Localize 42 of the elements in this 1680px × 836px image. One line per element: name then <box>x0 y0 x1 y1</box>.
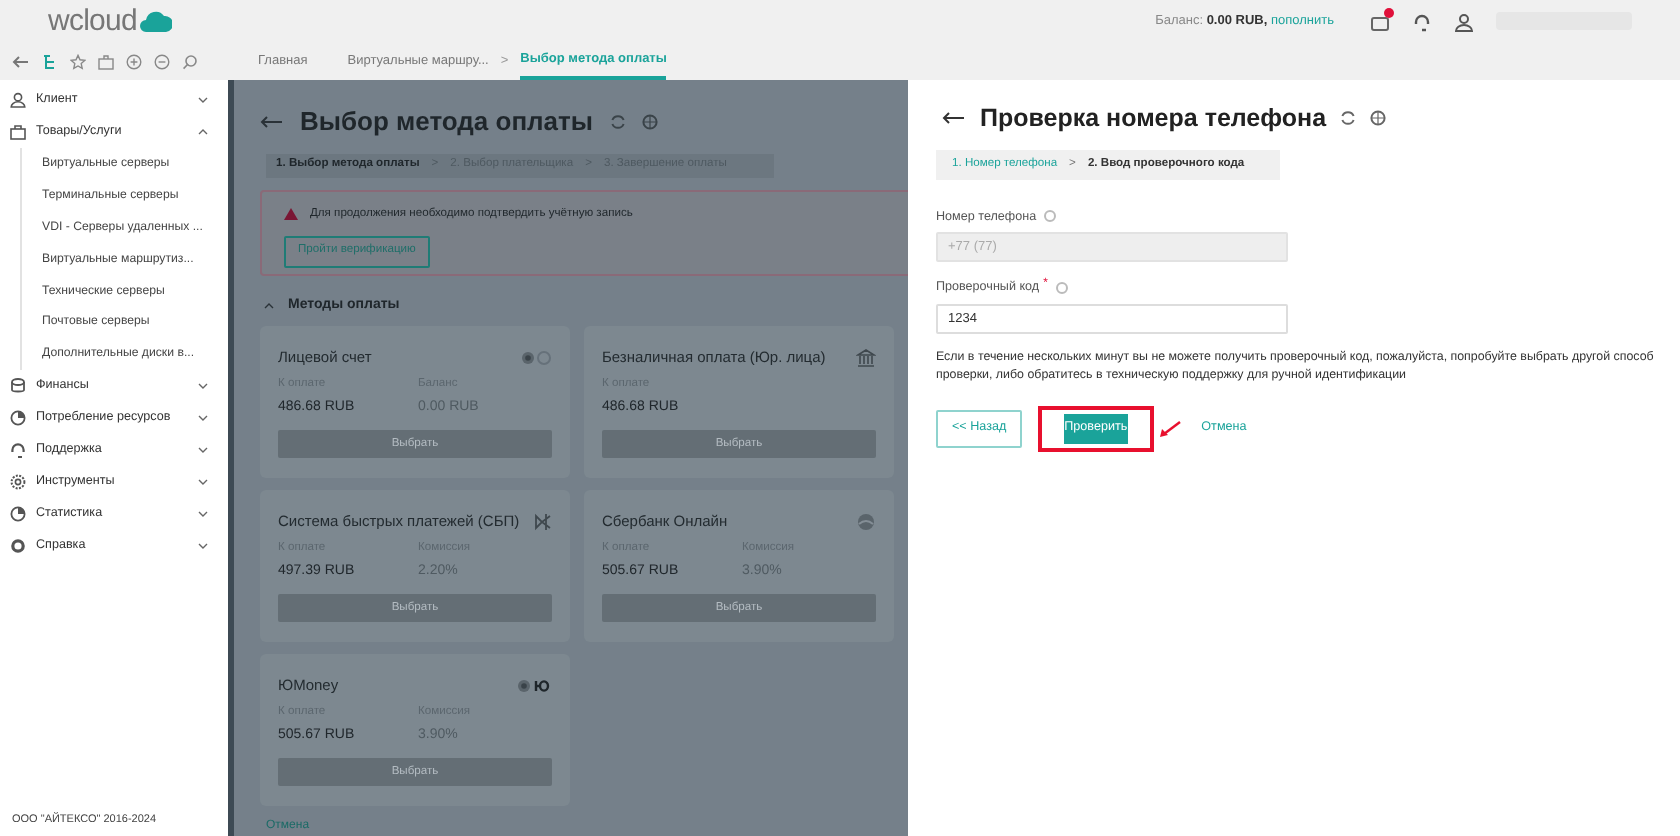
briefcase-icon[interactable] <box>98 53 114 69</box>
refresh-icon[interactable] <box>1340 110 1357 127</box>
gear-icon <box>10 473 26 490</box>
coins-icon <box>10 377 26 394</box>
back-arrow-icon <box>260 113 284 130</box>
warning-icon <box>284 208 298 221</box>
search-icon[interactable] <box>182 53 198 69</box>
support-headset-icon[interactable] <box>1412 11 1432 31</box>
globe-icon[interactable] <box>1370 110 1387 127</box>
chevron-down-icon[interactable] <box>198 477 208 486</box>
annotation-arrow <box>1157 419 1182 438</box>
chevron-down-icon[interactable] <box>198 445 208 454</box>
pie-chart-icon <box>10 505 26 522</box>
chevron-down-icon[interactable] <box>198 381 208 390</box>
dialog-title: Проверка номера телефона <box>980 102 1327 136</box>
coin-icons <box>520 347 552 368</box>
user-icon[interactable] <box>1454 11 1474 31</box>
globe-icon <box>641 113 657 130</box>
star-icon[interactable] <box>70 53 86 69</box>
chevron-up-icon[interactable] <box>198 128 208 136</box>
chevron-down-icon[interactable] <box>198 509 208 518</box>
bank-icon <box>856 347 876 368</box>
headset-icon <box>10 441 26 458</box>
page-title: Выбор метода оплаты <box>300 104 593 140</box>
ring-icon <box>10 537 26 554</box>
tree-icon[interactable] <box>42 53 58 69</box>
back-arrow-icon[interactable] <box>942 110 966 127</box>
zoom-out-icon[interactable] <box>154 53 170 69</box>
zoom-in-icon[interactable] <box>126 53 142 69</box>
ball-icon <box>856 511 876 532</box>
chevron-down-icon[interactable] <box>198 96 208 104</box>
coin-icons <box>516 675 552 696</box>
chevron-up-icon[interactable] <box>264 301 274 310</box>
bag-icon <box>10 124 26 140</box>
cloud-logo-icon <box>140 10 173 32</box>
notification-icon[interactable] <box>1370 11 1390 31</box>
chevron-down-icon[interactable] <box>198 541 208 550</box>
pie-chart-icon <box>10 409 26 426</box>
refresh-icon <box>609 113 625 130</box>
user-icon <box>10 92 26 108</box>
logo-text: wcloud <box>48 6 137 36</box>
chevron-down-icon[interactable] <box>198 413 208 422</box>
